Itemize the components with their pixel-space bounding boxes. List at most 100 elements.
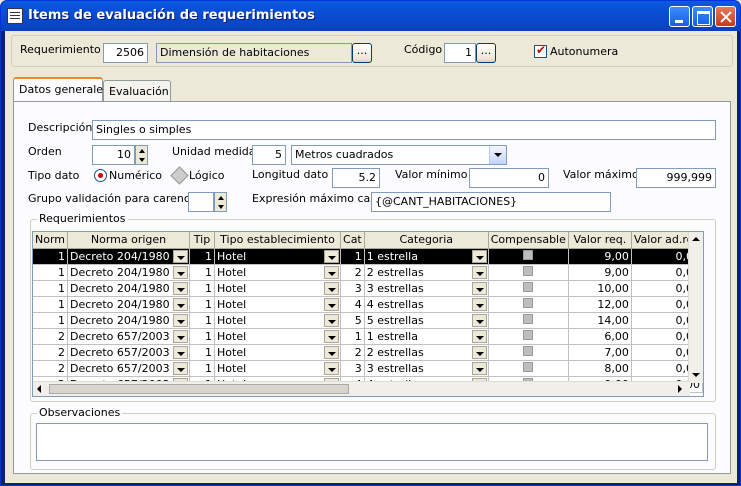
table-cell[interactable]: 1 bbox=[189, 280, 216, 297]
table-row[interactable]: 1Decreto 204/19801Hotel11 estrella9,000,… bbox=[33, 248, 703, 265]
table-cell[interactable]: 2 bbox=[340, 344, 365, 361]
chevron-down-icon[interactable] bbox=[173, 329, 189, 343]
table-row[interactable]: 1 Decreto 204/1980 1 Hotel 4 4 estrellas 12,00… bbox=[33, 296, 703, 313]
column-header[interactable]: Valor req. bbox=[568, 232, 632, 249]
descripcion-field[interactable]: Singles o simples bbox=[92, 120, 716, 140]
chevron-down-icon[interactable] bbox=[324, 345, 340, 359]
table-cell[interactable]: 14,00 bbox=[568, 312, 632, 329]
orden-stepper[interactable] bbox=[135, 145, 148, 165]
table-cell[interactable]: 1 bbox=[340, 248, 365, 265]
table-cell[interactable]: Hotel bbox=[214, 360, 342, 377]
chevron-down-icon[interactable] bbox=[324, 313, 340, 327]
table-cell[interactable]: 1 bbox=[189, 360, 216, 377]
chevron-down-icon[interactable] bbox=[324, 265, 340, 279]
table-cell[interactable]: 1 bbox=[189, 328, 216, 345]
table-cell[interactable]: 3 bbox=[340, 360, 365, 377]
column-header[interactable]: Norma origen bbox=[67, 232, 191, 249]
table-cell[interactable]: 2 bbox=[33, 328, 69, 345]
chevron-down-icon[interactable] bbox=[471, 313, 487, 327]
table-cell[interactable]: 7,00 bbox=[568, 344, 632, 361]
table-cell[interactable] bbox=[488, 328, 569, 345]
chevron-down-icon[interactable] bbox=[173, 345, 189, 359]
chevron-down-icon[interactable] bbox=[471, 249, 487, 263]
table-cell[interactable]: 3 bbox=[340, 280, 365, 297]
table-cell[interactable]: Decreto 204/1980 bbox=[67, 312, 191, 329]
table-cell[interactable]: Decreto 204/1980 bbox=[67, 248, 191, 265]
requerimientos-grid[interactable]: Norm Norma origen Tip Tipo establecimiento C… bbox=[32, 231, 704, 397]
unidad-select[interactable]: Metros cuadrados bbox=[291, 145, 507, 165]
table-cell[interactable]: Hotel bbox=[214, 328, 342, 345]
table-cell[interactable]: 2 bbox=[33, 344, 69, 361]
chevron-down-icon[interactable] bbox=[324, 281, 340, 295]
table-cell[interactable]: 2 bbox=[33, 360, 69, 377]
scroll-left-icon[interactable] bbox=[37, 385, 41, 393]
compensable-checkbox[interactable] bbox=[523, 345, 534, 356]
compensable-checkbox[interactable] bbox=[523, 265, 534, 276]
minimize-button[interactable] bbox=[669, 6, 690, 27]
scroll-right-icon[interactable] bbox=[678, 385, 682, 393]
table-cell[interactable]: 1 bbox=[340, 328, 365, 345]
table-cell[interactable]: Decreto 204/1980 bbox=[67, 280, 191, 297]
scroll-up-icon[interactable] bbox=[692, 237, 700, 241]
table-cell[interactable]: Hotel bbox=[214, 296, 342, 313]
table-cell[interactable] bbox=[488, 248, 569, 265]
table-cell[interactable]: 1 bbox=[189, 248, 216, 265]
table-cell[interactable]: 1 bbox=[33, 264, 69, 281]
chevron-down-icon[interactable] bbox=[471, 265, 487, 279]
table-cell[interactable]: Hotel bbox=[214, 344, 342, 361]
table-cell[interactable]: 2 estrellas bbox=[364, 344, 489, 361]
table-cell[interactable]: 5 estrellas bbox=[364, 312, 489, 329]
table-cell[interactable]: 12,00 bbox=[568, 296, 632, 313]
table-cell[interactable]: 1 bbox=[33, 280, 69, 297]
table-cell[interactable]: Hotel bbox=[214, 248, 342, 265]
longitud-field[interactable]: 5.2 bbox=[332, 168, 380, 188]
table-cell[interactable]: 2 estrellas bbox=[364, 264, 489, 281]
table-cell[interactable]: Decreto 657/2003 bbox=[67, 328, 191, 345]
table-cell[interactable]: 1 bbox=[189, 296, 216, 313]
chevron-down-icon[interactable] bbox=[324, 329, 340, 343]
chevron-down-icon[interactable] bbox=[324, 297, 340, 311]
autonumera-checkbox[interactable]: ✔ bbox=[534, 43, 547, 58]
grupo-validacion-stepper[interactable] bbox=[214, 192, 227, 212]
chevron-down-icon[interactable] bbox=[173, 297, 189, 311]
orden-field[interactable]: 10 bbox=[92, 145, 135, 165]
chevron-down-icon[interactable] bbox=[173, 361, 189, 375]
observaciones-field[interactable] bbox=[36, 423, 708, 461]
table-row[interactable]: 1Decreto 204/19801Hotel22 estrellas9,000… bbox=[33, 264, 703, 281]
valor-minimo-field[interactable]: 0 bbox=[469, 168, 549, 188]
expresion-field[interactable]: {@CANT_HABITACIONES} bbox=[371, 192, 611, 212]
radio-numerico[interactable] bbox=[94, 169, 107, 182]
chevron-down-icon[interactable] bbox=[471, 345, 487, 359]
table-cell[interactable]: Hotel bbox=[214, 264, 342, 281]
table-cell[interactable]: 8,00 bbox=[568, 360, 632, 377]
chevron-down-icon[interactable] bbox=[173, 249, 189, 263]
table-row[interactable]: 2Decreto 657/20031Hotel11 estrella6,000,… bbox=[33, 328, 703, 345]
table-cell[interactable] bbox=[488, 344, 569, 361]
chevron-down-icon[interactable] bbox=[173, 313, 189, 327]
chevron-down-icon[interactable] bbox=[324, 249, 340, 263]
table-cell[interactable]: 1 bbox=[189, 312, 216, 329]
table-cell[interactable] bbox=[488, 264, 569, 281]
table-cell[interactable]: 1 bbox=[189, 264, 216, 281]
grid-vertical-scrollbar[interactable] bbox=[688, 232, 703, 383]
table-cell[interactable] bbox=[488, 360, 569, 377]
table-cell[interactable]: 1 estrella bbox=[364, 248, 489, 265]
table-cell[interactable]: 3 estrellas bbox=[364, 360, 489, 377]
compensable-checkbox[interactable] bbox=[523, 249, 534, 260]
column-header[interactable]: Norm bbox=[33, 232, 69, 249]
codigo-browse-button[interactable]: ... bbox=[476, 43, 496, 63]
column-header[interactable]: Categoria bbox=[364, 232, 489, 249]
table-cell[interactable] bbox=[488, 280, 569, 297]
close-button[interactable] bbox=[715, 6, 736, 27]
grid-horizontal-scrollbar[interactable] bbox=[33, 381, 690, 396]
table-cell[interactable]: 10,00 bbox=[568, 280, 632, 297]
compensable-checkbox[interactable] bbox=[523, 329, 534, 340]
table-cell[interactable]: 2 bbox=[340, 264, 365, 281]
chevron-down-icon[interactable] bbox=[173, 281, 189, 295]
chevron-down-icon[interactable] bbox=[471, 281, 487, 295]
table-cell[interactable]: 4 bbox=[340, 296, 365, 313]
table-cell[interactable]: 1 estrella bbox=[364, 328, 489, 345]
compensable-checkbox[interactable] bbox=[523, 281, 534, 292]
requerimiento-code-field[interactable]: 2506 bbox=[103, 43, 148, 63]
tab-datos-generales[interactable]: Datos generales bbox=[13, 77, 109, 101]
